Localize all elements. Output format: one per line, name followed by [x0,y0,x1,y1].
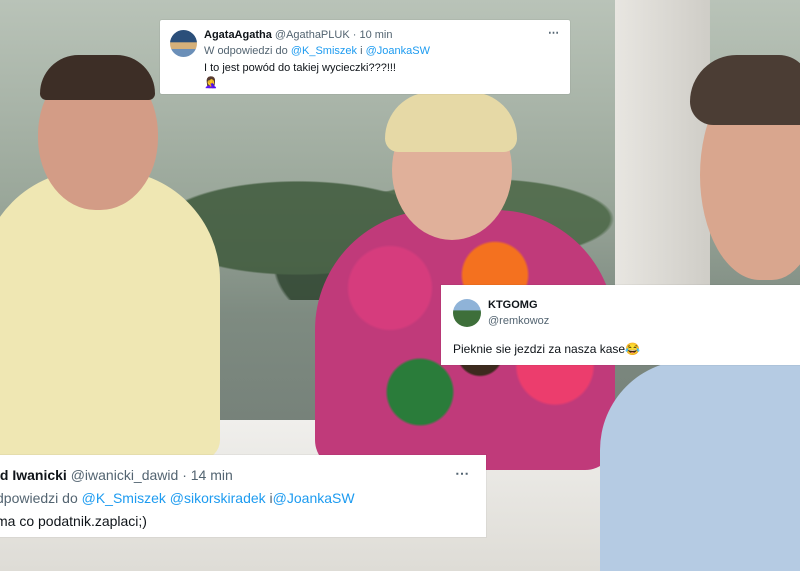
more-options-icon[interactable]: ⋯ [548,26,560,39]
user-avatar[interactable] [453,299,481,327]
mention-link[interactable]: @K_Smiszek [291,45,357,57]
reply-context: W odpowiedzi do @K_Smiszek i @JoankaSW [204,45,430,57]
person-left-hair [40,55,155,100]
person-left-shirt [0,170,220,460]
display-name[interactable]: KTGOMG [488,299,538,311]
user-handle[interactable]: @remkowoz [488,315,549,327]
more-options-icon[interactable]: ⋯ [455,465,470,482]
reply-prefix: dpowiedzi do [0,490,78,506]
facepalm-emoji-icon: 🤦‍♀️ [204,77,218,89]
mention-link[interactable]: @sikorskiradek [170,490,266,506]
mention-link[interactable]: @K_Smiszek [82,490,166,506]
reply-prefix: W odpowiedzi do [204,45,288,57]
timestamp[interactable]: 10 min [359,29,392,41]
display-name[interactable]: id Iwanicki [0,467,67,483]
separator: · [182,467,187,483]
person-right-hair [690,55,800,125]
user-handle[interactable]: @iwanicki_dawid [71,467,179,483]
mention-link[interactable]: @JoankaSW [366,45,430,57]
tweet-header: AgataAgatha @AgathaPLUK · 10 min [204,29,393,41]
tweet-text: ma co podatnik.zaplaci;) [0,513,147,529]
tweet-text: I to jest powód do takiej wycieczki???!!… [204,62,396,74]
tweet-card-right[interactable]: KTGOMG @remkowoz Pieknie sie jezdzi za n… [441,285,800,365]
reply-context: dpowiedzi do @K_Smiszek @sikorskiradek i… [0,490,355,506]
timestamp[interactable]: 14 min [191,467,233,483]
separator: · [352,29,357,41]
person-center-hair [385,92,517,152]
pillar [615,0,710,300]
tweet-header: id Iwanicki @iwanicki_dawid · 14 min [0,467,233,483]
tweet-card-top[interactable]: AgataAgatha @AgathaPLUK · 10 min W odpow… [160,20,570,94]
tweet-card-bottom[interactable]: id Iwanicki @iwanicki_dawid · 14 min dpo… [0,455,486,537]
user-handle[interactable]: @AgathaPLUK [275,29,350,41]
tweet-text: Pieknie sie jezdzi za nasza kase😂 [453,342,641,356]
mention-link[interactable]: @JoankaSW [273,490,355,506]
reply-joiner: i [360,45,363,57]
user-avatar[interactable] [170,30,197,57]
person-right-shirt [600,360,800,571]
display-name[interactable]: AgataAgatha [204,29,272,41]
